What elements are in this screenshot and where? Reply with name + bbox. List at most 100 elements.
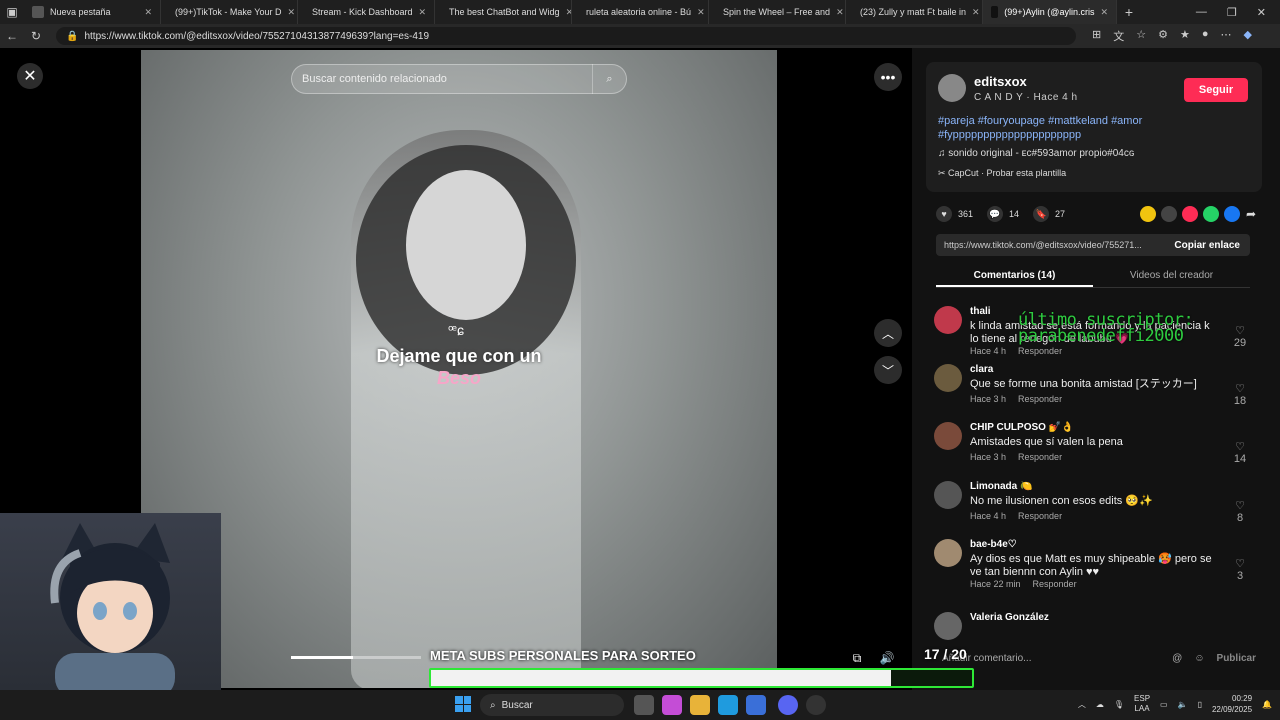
- translate-icon[interactable]: 文: [1113, 28, 1124, 44]
- comment-like-button[interactable]: ♡ 18: [1226, 382, 1254, 407]
- mention-icon[interactable]: @: [1172, 653, 1182, 664]
- hashtags[interactable]: #pareja #fouryoupage #mattkeland #amor #…: [938, 114, 1254, 142]
- close-tab-icon[interactable]: ✕: [1094, 7, 1108, 18]
- like-button[interactable]: ♥ 361: [936, 206, 973, 222]
- browser-tab[interactable]: (99+)Aylin (@aylin.cris ✕: [983, 0, 1117, 24]
- maximize-icon[interactable]: ❐: [1227, 6, 1237, 19]
- avatar[interactable]: [934, 539, 962, 567]
- clock[interactable]: 00:29 22/09/2025: [1212, 693, 1252, 715]
- share-arrow-icon[interactable]: ➦: [1246, 207, 1256, 221]
- network-icon[interactable]: ▭: [1160, 700, 1168, 709]
- comment-like-button[interactable]: ♡ 29: [1226, 324, 1254, 349]
- comment-username[interactable]: CHIP CULPOSO 💅👌: [970, 422, 1074, 433]
- save-button[interactable]: 🔖 27: [1033, 206, 1065, 222]
- author-name[interactable]: editsxox: [974, 74, 1027, 89]
- extensions-icon[interactable]: ⚙: [1158, 28, 1168, 44]
- reply-button[interactable]: Responder: [1018, 511, 1062, 521]
- reply-button[interactable]: Responder: [1018, 452, 1062, 462]
- avatar[interactable]: [938, 74, 966, 102]
- close-tab-icon[interactable]: ✕: [281, 7, 295, 18]
- windows-start-icon[interactable]: [455, 696, 471, 712]
- video-progress-bar[interactable]: [291, 656, 421, 659]
- publish-button[interactable]: Publicar: [1217, 653, 1256, 664]
- new-tab-button[interactable]: +: [1117, 4, 1141, 20]
- copy-link-button[interactable]: Copiar enlace: [1164, 240, 1250, 251]
- tab-creator-videos[interactable]: Videos del creador: [1093, 266, 1250, 287]
- back-icon[interactable]: ←: [0, 29, 24, 43]
- reload-icon[interactable]: ↻: [24, 29, 48, 43]
- edge-browser-icon[interactable]: [718, 695, 738, 715]
- share-option-icon[interactable]: [1202, 206, 1219, 222]
- close-video-button[interactable]: ✕: [17, 63, 43, 89]
- close-tab-icon[interactable]: ✕: [691, 7, 705, 18]
- onedrive-icon[interactable]: ☁: [1096, 700, 1104, 709]
- pip-icon[interactable]: ⧉: [845, 648, 869, 668]
- share-option-icon[interactable]: [1223, 206, 1240, 222]
- sound-link[interactable]: ♫ sonido original - ᴇᴄ#593amor propio#04…: [938, 148, 1134, 159]
- browser-tab[interactable]: The best ChatBot and Widg✕: [435, 0, 572, 24]
- close-tab-icon[interactable]: ✕: [830, 7, 844, 18]
- share-option-icon[interactable]: [1139, 206, 1156, 222]
- battery-icon[interactable]: ▯: [1198, 700, 1202, 709]
- language-indicator[interactable]: ESP LAA: [1134, 694, 1150, 714]
- reply-button[interactable]: Responder: [1018, 346, 1062, 356]
- browser-tab[interactable]: Stream - Kick Dashboard ✕: [298, 0, 435, 24]
- avatar[interactable]: [934, 612, 962, 640]
- follow-button[interactable]: Seguir: [1184, 78, 1248, 102]
- close-tab-icon[interactable]: ✕: [413, 7, 427, 18]
- share-option-icon[interactable]: [1181, 206, 1198, 222]
- video-link-url[interactable]: https://www.tiktok.com/@editsxox/video/7…: [944, 240, 1142, 250]
- close-tab-icon[interactable]: ✕: [138, 7, 152, 18]
- video-player[interactable]: Buscar contenido relacionado ⌕ ꟹɕ Dejame…: [141, 50, 777, 688]
- comment-like-button[interactable]: ♡ 3: [1226, 557, 1254, 582]
- browser-tab[interactable]: ruleta aleatoria online - Bú ✕: [572, 0, 709, 24]
- comment-like-button[interactable]: ♡ 8: [1226, 499, 1254, 524]
- comment-button[interactable]: 💬 14: [987, 206, 1019, 222]
- avatar[interactable]: [934, 422, 962, 450]
- browser-tab[interactable]: Nueva pestaña ✕: [24, 0, 161, 24]
- previous-video-button[interactable]: ︿: [874, 319, 902, 347]
- capcut-link[interactable]: ✂ CapCut · Probar esta plantilla: [938, 168, 1066, 179]
- close-window-icon[interactable]: ✕: [1257, 6, 1266, 19]
- avatar[interactable]: [934, 306, 962, 334]
- tab-comments[interactable]: Comentarios (14): [936, 266, 1093, 287]
- comment-username[interactable]: clara: [970, 364, 993, 375]
- profile-icon[interactable]: ●: [1202, 28, 1209, 44]
- comment-like-button[interactable]: ♡ 14: [1226, 440, 1254, 465]
- discord-icon[interactable]: [778, 695, 798, 715]
- file-explorer-icon[interactable]: [690, 695, 710, 715]
- microphone-icon[interactable]: 🎙: [1114, 700, 1124, 709]
- install-app-icon[interactable]: ⊞: [1092, 28, 1101, 44]
- more-options-button[interactable]: •••: [874, 63, 902, 91]
- reply-button[interactable]: Responder: [1018, 394, 1062, 404]
- more-menu-icon[interactable]: ⋯: [1221, 28, 1232, 44]
- comment-username[interactable]: Valeria González: [970, 612, 1049, 623]
- copilot-app-icon[interactable]: [662, 695, 682, 715]
- close-tab-icon[interactable]: ✕: [560, 7, 571, 18]
- obs-icon[interactable]: [806, 695, 826, 715]
- comment-username[interactable]: Limonada 🍋: [970, 481, 1032, 492]
- browser-tab[interactable]: Spin the Wheel – Free and ✕: [709, 0, 846, 24]
- task-view-icon[interactable]: [634, 695, 654, 715]
- next-video-button[interactable]: ﹀: [874, 356, 902, 384]
- url-field[interactable]: 🔒 https://www.tiktok.com/@editsxox/video…: [56, 27, 1076, 45]
- search-icon[interactable]: ⌕: [592, 64, 626, 94]
- minimize-icon[interactable]: —: [1196, 6, 1207, 19]
- avatar[interactable]: [934, 481, 962, 509]
- chevron-up-icon[interactable]: ︿: [1078, 699, 1086, 710]
- reply-button[interactable]: Responder: [1033, 579, 1077, 589]
- browser-tab[interactable]: (23) Zully y matt Ft baile in ✕: [846, 0, 983, 24]
- volume-icon[interactable]: 🔊: [875, 648, 899, 668]
- store-icon[interactable]: [746, 695, 766, 715]
- favorites-bar-icon[interactable]: ★: [1180, 28, 1190, 44]
- browser-tab[interactable]: (99+)TikTok - Make Your D ✕: [161, 0, 298, 24]
- notifications-icon[interactable]: 🔔: [1262, 700, 1272, 709]
- taskbar-search[interactable]: ⌕ Buscar: [480, 694, 624, 716]
- copilot-icon[interactable]: ◆: [1244, 28, 1252, 44]
- comment-username[interactable]: thali: [970, 306, 991, 317]
- favorite-icon[interactable]: ☆: [1136, 28, 1146, 44]
- tab-menu-icon[interactable]: ▣: [0, 5, 24, 19]
- close-tab-icon[interactable]: ✕: [966, 7, 980, 18]
- emoji-icon[interactable]: ☺: [1194, 653, 1204, 664]
- avatar[interactable]: [934, 364, 962, 392]
